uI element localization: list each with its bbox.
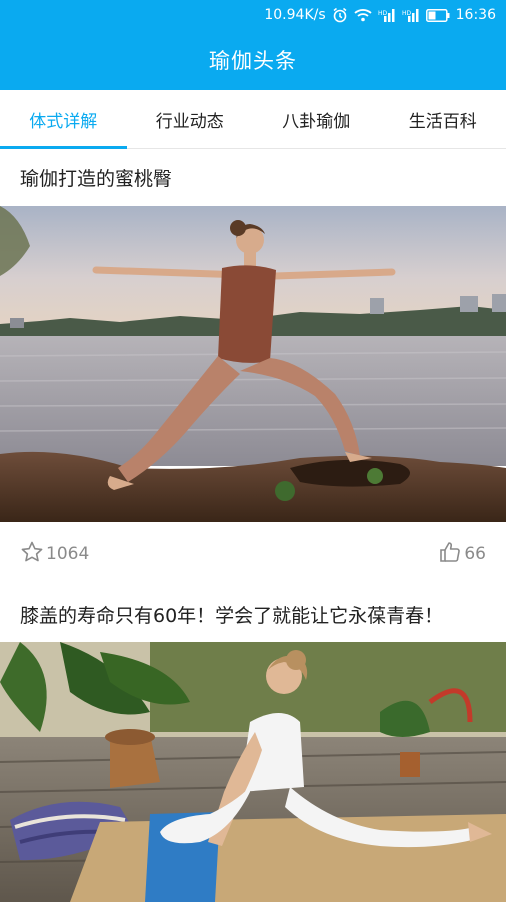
article-card[interactable]: 瑜伽打造的蜜桃臀 [0, 148, 506, 586]
tab-industry-news[interactable]: 行业动态 [127, 90, 254, 148]
page-title: 瑜伽头条 [209, 45, 297, 75]
star-icon [20, 540, 44, 569]
like-button[interactable]: 66 [438, 540, 486, 569]
app-header: 瑜伽头条 [0, 30, 506, 90]
article-meta: 1064 66 [0, 522, 506, 586]
yoga-warrior-pose-photo[interactable] [0, 206, 506, 522]
svg-text:HD: HD [402, 10, 412, 17]
favorite-button[interactable]: 1064 [20, 540, 89, 569]
signal-icon: HD [378, 8, 396, 22]
tab-posture-details[interactable]: 体式详解 [0, 90, 127, 148]
article-card[interactable]: 膝盖的寿命只有60年！学会了就能让它永葆青春！ [0, 586, 506, 902]
alarm-icon [332, 7, 348, 23]
tab-life-encyclopedia[interactable]: 生活百科 [380, 90, 506, 148]
favorite-count: 1064 [46, 544, 89, 564]
wifi-icon [354, 8, 372, 22]
yoga-split-pose-photo[interactable] [0, 642, 506, 902]
svg-text:HD: HD [378, 10, 388, 17]
tab-label: 八卦瑜伽 [282, 107, 350, 132]
tab-label: 行业动态 [156, 107, 224, 132]
battery-icon [426, 9, 450, 22]
tab-label: 体式详解 [29, 107, 97, 132]
status-bar: 10.94K/s HD HD 16:36 [0, 0, 506, 30]
tab-bagua-yoga[interactable]: 八卦瑜伽 [253, 90, 380, 148]
like-count: 66 [464, 544, 486, 564]
tab-bar: 体式详解 行业动态 八卦瑜伽 生活百科 [0, 90, 506, 149]
clock-time: 16:36 [456, 7, 496, 23]
article-title[interactable]: 膝盖的寿命只有60年！学会了就能让它永葆青春！ [0, 586, 506, 642]
article-feed: 瑜伽打造的蜜桃臀 [0, 148, 506, 902]
tab-label: 生活百科 [409, 107, 477, 132]
network-speed: 10.94K/s [264, 7, 325, 23]
thumbs-up-icon [438, 540, 462, 569]
signal-icon: HD [402, 8, 420, 22]
article-title[interactable]: 瑜伽打造的蜜桃臀 [0, 148, 506, 206]
